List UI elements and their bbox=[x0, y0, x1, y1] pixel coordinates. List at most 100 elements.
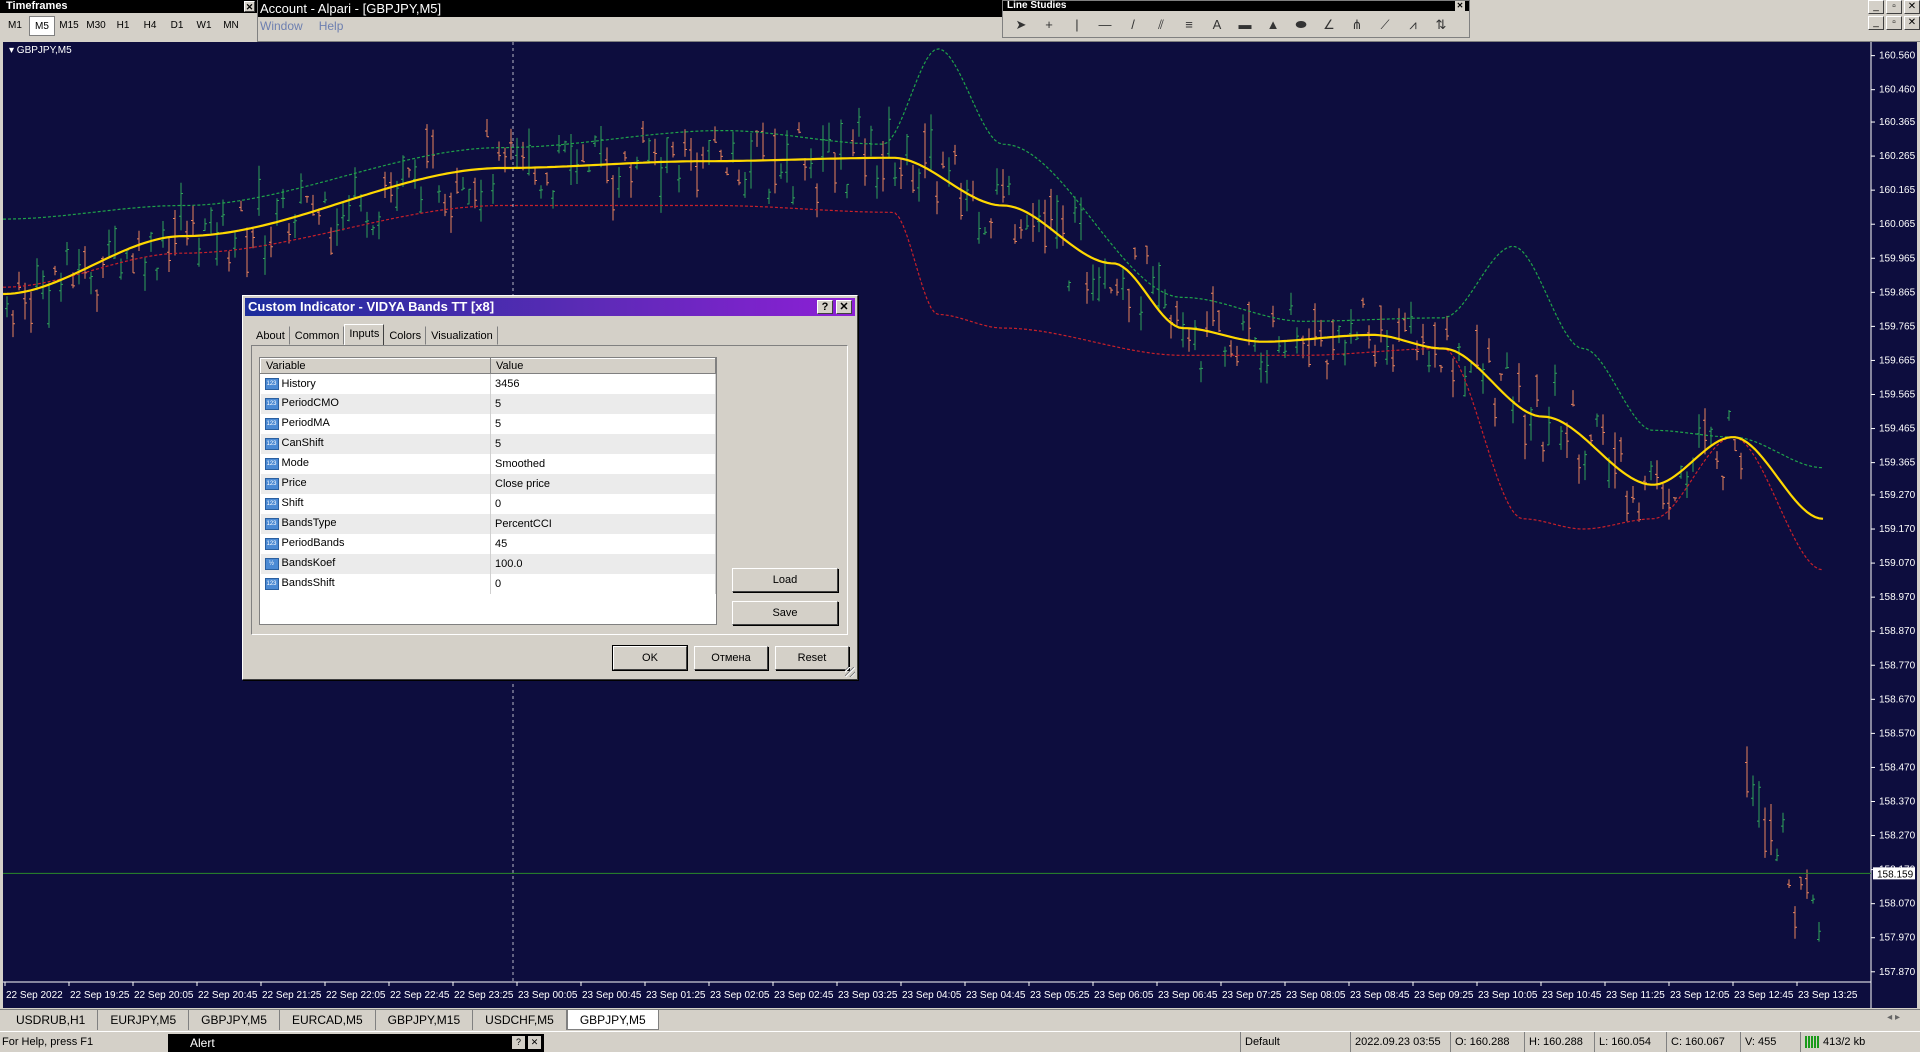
table-row[interactable]: 123 Price Close price bbox=[260, 473, 716, 494]
candle-bar bbox=[1601, 414, 1605, 445]
value-cell[interactable]: Close price bbox=[490, 473, 716, 494]
trendline-icon[interactable]: / bbox=[1121, 15, 1145, 35]
text-icon[interactable]: A bbox=[1205, 15, 1229, 35]
variable-cell[interactable]: 123 History bbox=[260, 373, 491, 394]
variable-cell[interactable]: 123 BandsShift bbox=[260, 573, 491, 594]
gann-icon[interactable]: ∠ bbox=[1317, 15, 1341, 35]
variable-cell[interactable]: 123 CanShift bbox=[260, 433, 491, 454]
tab-visualization[interactable]: Visualization bbox=[426, 326, 498, 345]
channel-icon[interactable]: ⫽ bbox=[1149, 15, 1173, 35]
value-cell[interactable]: 5 bbox=[490, 433, 716, 454]
tab-colors[interactable]: Colors bbox=[384, 326, 427, 345]
fibo-fan-icon[interactable]: ⩘ bbox=[1401, 15, 1425, 35]
time-label: 22 Sep 21:25 bbox=[262, 990, 322, 1001]
chart-tab[interactable]: EURJPY,M5 bbox=[98, 1010, 190, 1030]
pitchfork-icon[interactable]: ⋔ bbox=[1345, 15, 1369, 35]
rectangle-icon[interactable]: ▬ bbox=[1233, 15, 1257, 35]
ok-button[interactable]: OK bbox=[612, 645, 688, 671]
variable-cell[interactable]: 123 Shift bbox=[260, 493, 491, 514]
vertical-line-icon[interactable]: | bbox=[1065, 15, 1089, 35]
table-row[interactable]: 123 History 3456 bbox=[260, 373, 716, 394]
chart-tab[interactable]: USDRUB,H1 bbox=[4, 1010, 99, 1030]
candle-bar bbox=[371, 225, 375, 236]
chart-tab[interactable]: USDCHF,M5 bbox=[473, 1010, 567, 1030]
variable-cell[interactable]: 123 Price bbox=[260, 473, 491, 494]
candle-bar bbox=[611, 175, 615, 221]
help-icon[interactable]: ? bbox=[817, 300, 833, 314]
table-row[interactable]: 123 Shift 0 bbox=[260, 493, 716, 514]
variable-cell[interactable]: 123 Mode bbox=[260, 453, 491, 474]
resize-grip-icon[interactable] bbox=[845, 667, 855, 677]
table-row[interactable]: 123 PeriodCMO 5 bbox=[260, 393, 716, 414]
value-cell[interactable]: 100.0 bbox=[490, 553, 716, 574]
variable-cell[interactable]: 123 PeriodMA bbox=[260, 413, 491, 434]
table-row[interactable]: 123 BandsShift 0 bbox=[260, 573, 716, 594]
cancel-button[interactable]: Отмена bbox=[694, 646, 768, 670]
help-icon[interactable]: ? bbox=[512, 1036, 525, 1049]
value-cell[interactable]: 5 bbox=[490, 413, 716, 434]
column-value[interactable]: Value bbox=[490, 358, 716, 374]
value-cell[interactable]: 45 bbox=[490, 533, 716, 554]
timeframe-button-m30[interactable]: M30 bbox=[83, 16, 109, 36]
arrows-icon[interactable]: ⇅ bbox=[1429, 15, 1453, 35]
timeframe-button-h4[interactable]: H4 bbox=[137, 16, 163, 36]
load-button[interactable]: Load bbox=[732, 568, 838, 592]
timeframe-button-h1[interactable]: H1 bbox=[110, 16, 136, 36]
cursor-icon[interactable]: ➤ bbox=[1009, 15, 1033, 35]
tab-about[interactable]: About bbox=[251, 326, 290, 345]
close-icon[interactable]: ✕ bbox=[244, 1, 255, 12]
timeframe-button-d1[interactable]: D1 bbox=[164, 16, 190, 36]
reset-button[interactable]: Reset bbox=[775, 646, 849, 670]
variable-cell[interactable]: 123 PeriodBands bbox=[260, 533, 491, 554]
value-cell[interactable]: Smoothed bbox=[490, 453, 716, 474]
value-cell[interactable]: 3456 bbox=[490, 373, 716, 394]
chart-tab[interactable]: GBPJPY,M15 bbox=[376, 1010, 474, 1030]
chart-tab[interactable]: GBPJPY,M5 bbox=[189, 1010, 280, 1030]
value-cell[interactable]: 0 bbox=[490, 493, 716, 514]
save-button[interactable]: Save bbox=[732, 601, 838, 625]
close-icon[interactable]: ✕ bbox=[1455, 1, 1465, 11]
timeframe-button-w1[interactable]: W1 bbox=[191, 16, 217, 36]
tab-common[interactable]: Common bbox=[290, 326, 345, 345]
menu-window[interactable]: Window bbox=[260, 19, 303, 33]
close-icon[interactable]: ✕ bbox=[1904, 16, 1920, 30]
tab-inputs[interactable]: Inputs bbox=[344, 324, 385, 345]
value-cell[interactable]: 5 bbox=[490, 393, 716, 414]
cycle-lines-icon[interactable]: ⟋ bbox=[1373, 15, 1397, 35]
variable-cell[interactable]: 123 BandsType bbox=[260, 513, 491, 534]
timeframe-button-m1[interactable]: M1 bbox=[2, 16, 28, 36]
crosshair-icon[interactable]: + bbox=[1037, 15, 1061, 35]
table-row[interactable]: 123 CanShift 5 bbox=[260, 433, 716, 454]
close-icon[interactable]: ✕ bbox=[1904, 0, 1920, 14]
column-variable[interactable]: Variable bbox=[260, 358, 491, 374]
timeframe-button-mn[interactable]: MN bbox=[218, 16, 244, 36]
fibonacci-icon[interactable]: ≡ bbox=[1177, 15, 1201, 35]
alert-window-title[interactable]: Alert ? ✕ bbox=[168, 1034, 544, 1052]
triangle-icon[interactable]: ▲ bbox=[1261, 15, 1285, 35]
close-icon[interactable]: ✕ bbox=[836, 300, 852, 314]
timeframe-button-m5[interactable]: M5 bbox=[29, 16, 55, 36]
minimize-icon[interactable]: _ bbox=[1868, 0, 1884, 14]
price-label: 160.365 bbox=[1879, 117, 1916, 128]
chart-tab[interactable]: EURCAD,M5 bbox=[280, 1010, 376, 1030]
menu-help[interactable]: Help bbox=[319, 19, 344, 33]
minimize-icon[interactable]: _ bbox=[1868, 16, 1884, 30]
table-row[interactable]: 123 PeriodBands 45 bbox=[260, 533, 716, 554]
value-cell[interactable]: PercentCCI bbox=[490, 513, 716, 534]
variable-cell[interactable]: 123 PeriodCMO bbox=[260, 393, 491, 414]
horizontal-line-icon[interactable]: — bbox=[1093, 15, 1117, 35]
restore-icon[interactable]: ▫ bbox=[1886, 0, 1902, 14]
close-icon[interactable]: ✕ bbox=[528, 1036, 541, 1049]
table-row[interactable]: 123 Mode Smoothed bbox=[260, 453, 716, 474]
variable-cell[interactable]: ½ BandsKoef bbox=[260, 553, 491, 574]
table-row[interactable]: 123 PeriodMA 5 bbox=[260, 413, 716, 434]
timeframe-button-m15[interactable]: M15 bbox=[56, 16, 82, 36]
chart-tab[interactable]: GBPJPY,M5 bbox=[566, 1010, 659, 1030]
tab-scroll-arrows[interactable]: ◂ ▸ bbox=[1887, 1012, 1900, 1023]
value-cell[interactable]: 0 bbox=[490, 573, 716, 594]
table-row[interactable]: ½ BandsKoef 100.0 bbox=[260, 553, 716, 574]
restore-icon[interactable]: ▫ bbox=[1886, 16, 1902, 30]
table-row[interactable]: 123 BandsType PercentCCI bbox=[260, 513, 716, 534]
variable-name: Mode bbox=[281, 457, 310, 470]
ellipse-icon[interactable]: ⬬ bbox=[1289, 15, 1313, 35]
